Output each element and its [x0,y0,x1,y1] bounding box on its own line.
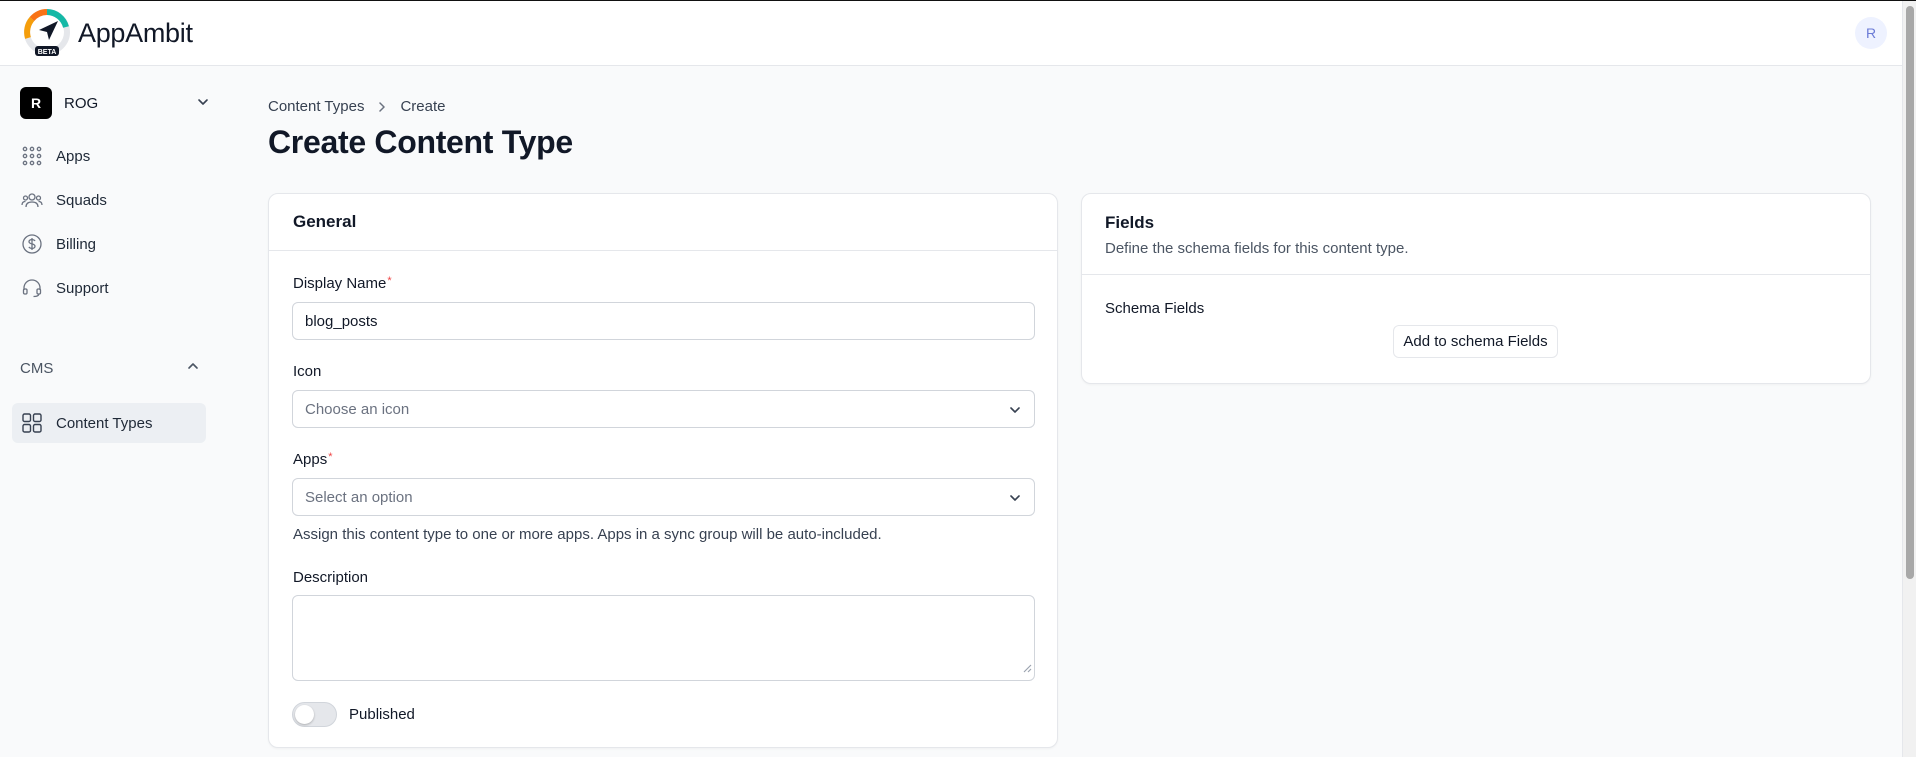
fields-card-description: Define the schema fields for this conten… [1105,240,1409,257]
headset-icon [22,279,42,298]
chevron-down-icon [196,95,210,114]
sidebar-item-label: Apps [56,147,91,165]
page-title: Create Content Type [268,124,573,160]
toggle-knob [295,705,314,724]
select-placeholder: Choose an icon [305,400,410,418]
chevron-up-icon [186,359,200,377]
icon-label: Icon [293,363,322,380]
icon-select[interactable]: Choose an icon [292,390,1035,428]
sidebar-nav: Apps Squads Billing Support [12,136,206,312]
breadcrumb-link-content-types[interactable]: Content Types [268,98,364,115]
required-marker: * [387,275,392,287]
resize-handle-icon[interactable] [1022,660,1032,678]
sidebar: R ROG Apps Squads Billing Support CMS Co… [0,67,220,757]
fields-card-title: Fields [1105,213,1155,232]
published-toggle-row: Published [292,702,415,727]
fields-card-header: Fields Define the schema fields for this… [1082,194,1870,275]
app-name: AppAmbit [78,17,193,48]
sidebar-item-billing[interactable]: Billing [12,224,206,264]
apps-label: Apps* [293,451,332,468]
apps-select[interactable]: Select an option [292,478,1035,516]
sidebar-item-label: Billing [56,235,97,253]
grid-dots-icon [22,146,42,166]
display-name-label: Display Name* [293,275,392,292]
select-placeholder: Select an option [305,488,413,506]
team-name: ROG [64,94,99,112]
input-value: blog_posts [305,312,378,330]
squares-icon [22,413,42,433]
team-avatar: R [20,87,52,119]
chevron-right-icon [376,101,388,113]
breadcrumb-current: Create [400,98,446,115]
label-text: Display Name [293,275,387,292]
description-textarea[interactable] [292,595,1035,681]
cms-nav: Content Types [12,403,206,447]
sidebar-item-label: Content Types [56,414,153,432]
published-label: Published [349,706,415,723]
sidebar-item-apps[interactable]: Apps [12,136,206,176]
apps-helper-text: Assign this content type to one or more … [293,526,882,543]
required-marker: * [328,451,333,463]
users-icon [21,193,43,208]
chevron-down-icon [1008,403,1022,421]
brand[interactable]: BETA AppAmbit [22,8,193,58]
add-schema-field-button[interactable]: Add to schema Fields [1393,325,1558,358]
sidebar-item-support[interactable]: Support [12,268,206,308]
dollar-circle-icon [22,234,42,254]
appambit-logo: BETA [22,8,72,58]
sidebar-item-content-types[interactable]: Content Types [12,403,206,443]
sidebar-item-squads[interactable]: Squads [12,180,206,220]
published-toggle[interactable] [292,702,337,727]
chevron-down-icon [1008,491,1022,509]
page-scrollbar[interactable] [1902,1,1916,757]
schema-fields-label: Schema Fields [1105,300,1205,317]
display-name-input[interactable]: blog_posts [292,302,1035,340]
sidebar-item-label: Support [56,279,109,297]
breadcrumb: Content Types Create [268,98,445,115]
general-card: General Display Name* blog_posts Icon Ch… [268,193,1058,748]
cms-section-toggle[interactable]: CMS [20,359,200,377]
section-label: CMS [20,359,54,377]
user-avatar[interactable]: R [1855,17,1887,49]
description-label: Description [293,569,369,586]
scrollbar-thumb[interactable] [1906,6,1914,579]
sidebar-item-label: Squads [56,191,107,209]
top-header: BETA AppAmbit R [0,1,1902,66]
team-switcher[interactable]: R ROG [20,86,212,120]
svg-text:BETA: BETA [38,49,57,56]
fields-card: Fields Define the schema fields for this… [1081,193,1871,384]
general-card-title: General [269,194,1057,251]
label-text: Apps [293,451,328,468]
